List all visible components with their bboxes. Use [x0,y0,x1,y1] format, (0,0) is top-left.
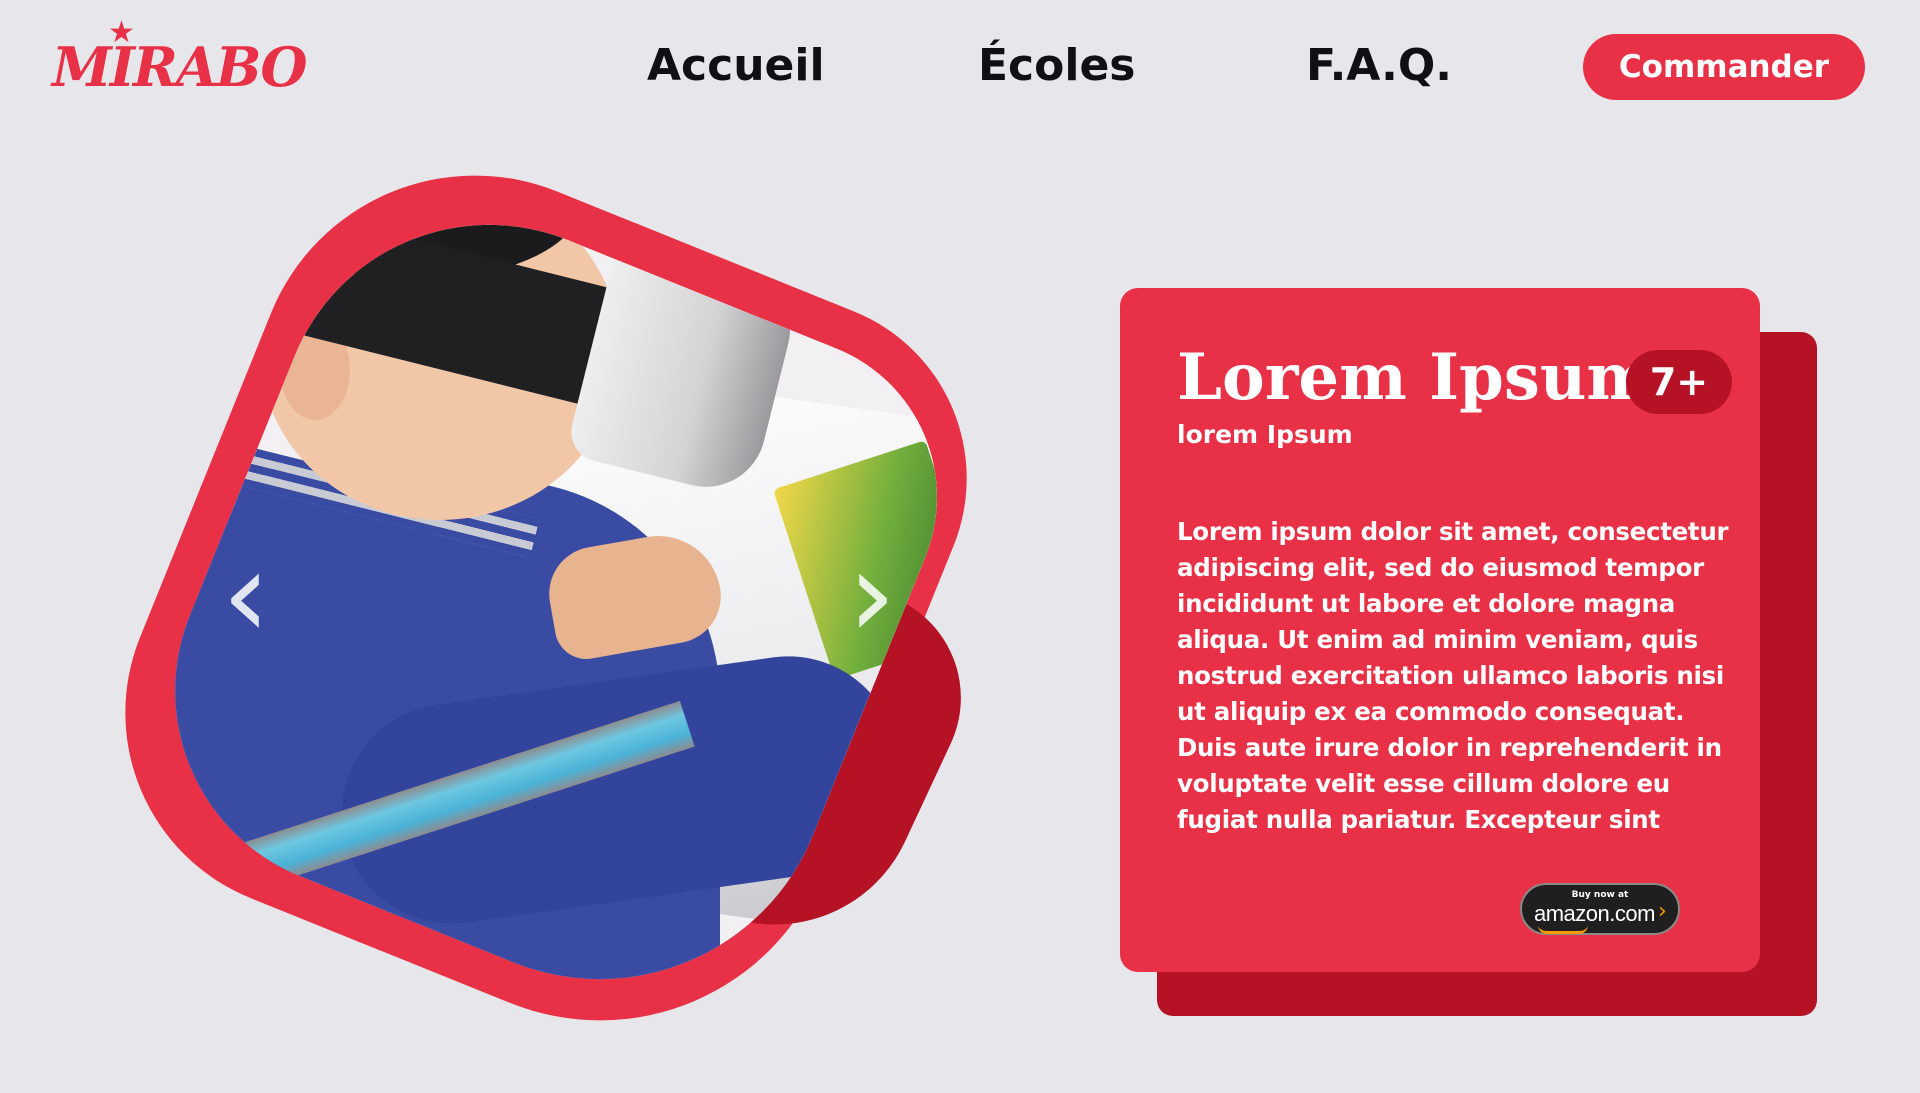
commander-button[interactable]: Commander [1583,34,1865,100]
card-description: Lorem ipsum dolor sit amet, consectetur … [1177,517,1729,834]
buy-on-amazon-button[interactable]: Buy now at amazon.com › [1520,883,1680,935]
slider-prev-arrow-icon[interactable]: ‹ [222,536,270,656]
slider-next-arrow-icon[interactable]: › [848,536,896,656]
amazon-smile-icon [1538,925,1588,934]
chevron-right-icon: › [1658,899,1667,924]
amazon-logo-text: amazon.com [1534,901,1655,926]
product-card: Lorem Ipsum lorem Ipsum 7+ Lorem ipsum d… [1120,288,1760,972]
card-subtitle: lorem Ipsum [1177,420,1353,449]
nav-ecoles[interactable]: Écoles [978,38,1135,94]
age-badge: 7+ [1626,350,1732,414]
nav-faq[interactable]: F.A.Q. [1306,38,1452,94]
hero-slider: ‹ › [0,0,1022,1093]
amazon-button-caption: Buy now at [1571,890,1629,900]
card-title: Lorem Ipsum [1177,340,1655,415]
